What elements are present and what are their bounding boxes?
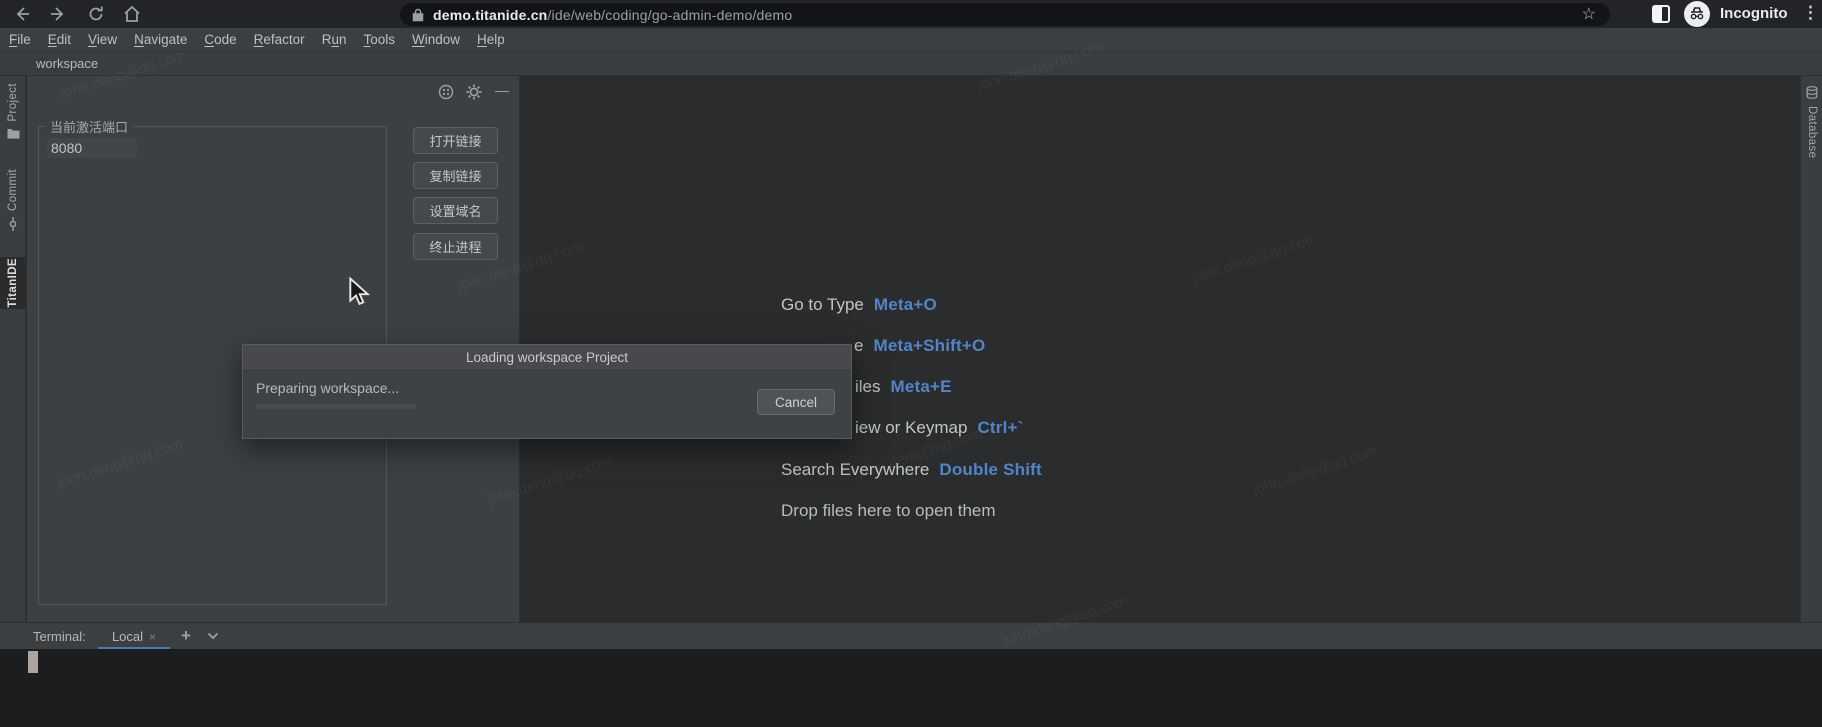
ide-menu-bar: File Edit View Navigate Code Refactor Ru… — [0, 28, 1822, 52]
sidebar-item-project[interactable]: Project — [0, 83, 26, 167]
drop-files-hint: Drop files here to open them — [781, 501, 996, 521]
open-link-button[interactable]: 打开链接 — [413, 127, 498, 154]
dialog-message: Preparing workspace... — [256, 380, 399, 396]
terminal-label: Terminal: — [33, 629, 86, 644]
menu-view[interactable]: View — [88, 32, 117, 47]
database-label: Database — [1806, 106, 1818, 158]
home-icon[interactable] — [122, 4, 142, 24]
titanide-label: TitanIDE — [7, 258, 19, 308]
globe-icon[interactable] — [438, 84, 454, 100]
port-list-item[interactable]: 8080 — [47, 138, 137, 158]
sidebar-item-database[interactable]: Database — [1801, 86, 1822, 158]
incognito-icon — [1684, 1, 1710, 27]
address-bar[interactable]: demo.titanide.cn/ide/web/coding/go-admin… — [400, 3, 1610, 26]
dialog-title: Loading workspace Project — [243, 345, 851, 371]
set-domain-button[interactable]: 设置域名 — [413, 197, 498, 224]
active-port-legend: 当前激活端口 — [45, 117, 133, 136]
project-label: Project — [7, 83, 19, 122]
reload-icon[interactable] — [86, 4, 106, 24]
terminal-output-area[interactable] — [0, 649, 1822, 727]
back-icon[interactable] — [12, 4, 32, 24]
shortcut-view-or-keymap: iew or KeymapCtrl+` — [855, 418, 1024, 438]
new-terminal-icon[interactable]: + — [181, 626, 191, 646]
menu-window[interactable]: Window — [412, 32, 460, 47]
menu-run[interactable]: Run — [322, 32, 347, 47]
terminal-cursor — [28, 651, 38, 673]
commit-icon — [7, 217, 19, 231]
lock-icon — [412, 8, 424, 22]
database-icon — [1806, 86, 1818, 102]
bookmark-star-icon[interactable]: ☆ — [1582, 4, 1596, 24]
menu-navigate[interactable]: Navigate — [134, 32, 187, 47]
left-tool-stripe: Project Commit TitanIDE — [0, 76, 26, 622]
cancel-button[interactable]: Cancel — [757, 389, 835, 415]
forward-icon[interactable] — [48, 4, 68, 24]
navigation-bar: workspace — [0, 52, 1822, 76]
shortcut-go-to-type: Go to TypeMeta+O — [781, 295, 937, 315]
menu-file[interactable]: File — [9, 32, 31, 47]
loading-workspace-dialog: Loading workspace Project Preparing work… — [242, 344, 852, 439]
close-tab-icon[interactable]: × — [149, 630, 156, 644]
folder-icon — [7, 128, 20, 139]
copy-link-button[interactable]: 复制链接 — [413, 162, 498, 189]
url-path: /ide/web/coding/go-admin-demo/demo — [547, 7, 792, 23]
menu-tools[interactable]: Tools — [363, 32, 395, 47]
browser-menu-icon[interactable]: ⋮ — [1802, 3, 1819, 23]
side-panel-icon[interactable] — [1652, 5, 1670, 23]
sidebar-item-commit[interactable]: Commit — [0, 169, 26, 251]
shortcut-search-everywhere: Search EverywhereDouble Shift — [781, 460, 1042, 480]
menu-edit[interactable]: Edit — [48, 32, 71, 47]
menu-help[interactable]: Help — [477, 32, 505, 47]
browser-toolbar: demo.titanide.cn/ide/web/coding/go-admin… — [0, 0, 1822, 28]
menu-code[interactable]: Code — [204, 32, 236, 47]
shortcut-recent-files: ilesMeta+E — [855, 377, 952, 397]
terminal-tab-local[interactable]: Local × — [98, 623, 170, 650]
breadcrumb[interactable]: workspace — [36, 56, 98, 71]
mouse-cursor — [346, 277, 372, 312]
incognito-label: Incognito — [1720, 5, 1788, 22]
titanide-window: demo.titanide.cn/ide/web/coding/go-admin… — [0, 0, 1822, 727]
commit-label: Commit — [7, 169, 19, 211]
chevron-down-icon[interactable] — [207, 632, 219, 640]
kill-process-button[interactable]: 终止进程 — [413, 233, 498, 260]
terminal-tab-bar: Terminal: Local × + — [0, 622, 1822, 649]
menu-refactor[interactable]: Refactor — [254, 32, 305, 47]
progress-bar — [256, 404, 416, 409]
url-domain: demo.titanide.cn — [433, 7, 547, 23]
shortcut-go-to-file: eMeta+Shift+O — [854, 336, 985, 356]
hide-panel-icon[interactable]: — — [495, 82, 509, 98]
sidebar-item-titanide[interactable]: TitanIDE — [0, 257, 26, 309]
right-tool-stripe: Database — [1800, 76, 1822, 622]
gear-icon[interactable] — [466, 84, 482, 100]
